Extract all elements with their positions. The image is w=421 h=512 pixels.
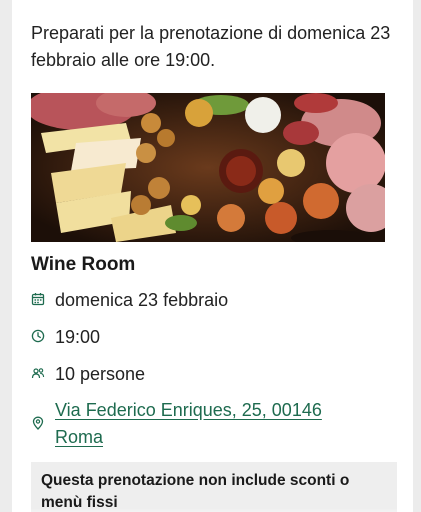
people-icon <box>31 366 45 380</box>
venue-name: Wine Room <box>31 254 136 275</box>
venue-address-link[interactable]: Via Federico Enriques, 25, 00146 Roma <box>55 397 345 451</box>
reservation-date: domenica 23 febbraio <box>55 290 229 310</box>
calendar-icon <box>31 292 45 306</box>
reservation-time-row: 19:00 <box>31 324 100 351</box>
venue-photo <box>31 93 385 242</box>
no-discount-notice: Questa prenotazione non include sconti o… <box>31 462 397 512</box>
reservation-card: Preparati per la prenotazione di domenic… <box>12 0 413 512</box>
clock-icon <box>31 329 45 343</box>
venue-address-row[interactable]: Via Federico Enriques, 25, 00146 Roma <box>31 397 361 451</box>
reservation-party-size: 10 persone <box>55 364 146 384</box>
reservation-date-row: domenica 23 febbraio <box>31 287 228 314</box>
reservation-party-size-row: 10 persone <box>31 361 145 388</box>
reservation-time: 19:00 <box>55 327 101 347</box>
scroll-fade <box>31 508 397 512</box>
reservation-intro-text: Preparati per la prenotazione di domenic… <box>31 23 391 70</box>
location-pin-icon <box>31 416 45 430</box>
no-discount-notice-text: Questa prenotazione non include sconti o… <box>41 472 350 511</box>
